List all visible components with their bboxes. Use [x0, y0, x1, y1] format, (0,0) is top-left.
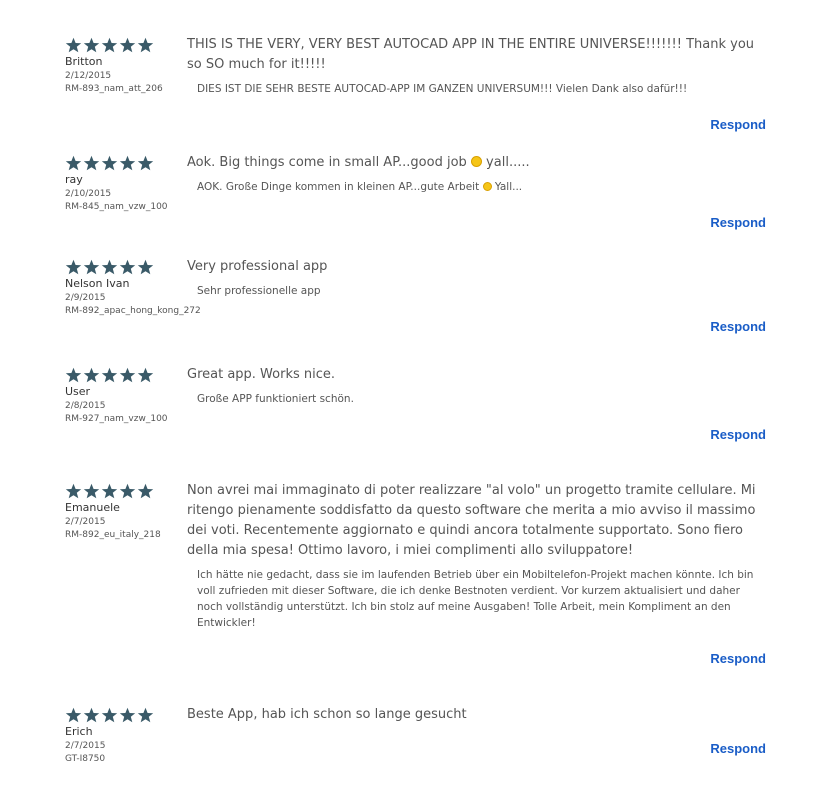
review-text: Non avrei mai immaginato di poter realiz… — [187, 483, 756, 558]
review-content: Non avrei mai immaginato di poter realiz… — [187, 483, 772, 631]
star-icon — [119, 37, 136, 54]
star-icon — [83, 259, 100, 276]
review-content: Aok. Big things come in small AP...good … — [187, 155, 772, 195]
star-icon — [137, 367, 154, 384]
star-icon — [83, 367, 100, 384]
star-icon — [65, 483, 82, 500]
star-icon — [65, 155, 82, 172]
star-icon — [65, 707, 82, 724]
star-icon — [101, 155, 118, 172]
review-translation: AOK. Große Dinge kommen in kleinen AP...… — [197, 179, 772, 195]
star-icon — [119, 367, 136, 384]
review-author: Erich — [65, 725, 93, 738]
star-icon — [137, 37, 154, 54]
star-icon — [137, 259, 154, 276]
review-translation: Große APP funktioniert schön. — [197, 393, 354, 405]
star-icon — [119, 259, 136, 276]
star-icon — [119, 707, 136, 724]
review-device: GT-I8750 — [65, 754, 106, 764]
review-translation: Ich hätte nie gedacht, dass sie im laufe… — [197, 569, 754, 629]
review-text-part: Aok. Big things come in small AP...good … — [187, 155, 467, 170]
star-icon — [119, 483, 136, 500]
star-icon — [65, 367, 82, 384]
respond-button[interactable]: Respond — [710, 427, 766, 442]
review-translation: DIES IST DIE SEHR BESTE AUTOCAD-APP IM G… — [197, 83, 688, 95]
star-icon — [101, 367, 118, 384]
star-icon — [83, 483, 100, 500]
star-icon — [83, 707, 100, 724]
review-text: Beste App, hab ich schon so lange gesuch… — [187, 707, 467, 722]
respond-button[interactable]: Respond — [710, 117, 766, 132]
star-icon — [65, 37, 82, 54]
respond-button[interactable]: Respond — [710, 741, 766, 756]
review-device: RM-927_nam_vzw_100 — [65, 414, 168, 424]
review-text: Aok. Big things come in small AP...good … — [187, 153, 772, 173]
review-content: Beste App, hab ich schon so lange gesuch… — [187, 707, 772, 725]
review-translation-part: AOK. Große Dinge kommen in kleinen AP...… — [197, 181, 480, 193]
smiley-icon — [482, 182, 492, 191]
star-icon — [101, 259, 118, 276]
star-icon — [137, 483, 154, 500]
star-icon — [101, 37, 118, 54]
star-icon — [83, 155, 100, 172]
review-text: Very professional app — [187, 259, 328, 274]
star-icon — [101, 707, 118, 724]
star-icon — [83, 37, 100, 54]
star-icon — [119, 155, 136, 172]
respond-button[interactable]: Respond — [710, 319, 766, 334]
review-date: 2/7/2015 — [65, 741, 106, 751]
review-device: RM-845_nam_vzw_100 — [65, 202, 168, 212]
review-content: Very professional app Sehr professionell… — [187, 259, 772, 299]
review-text-part: yall..... — [481, 155, 530, 170]
review-content: Great app. Works nice. Große APP funktio… — [187, 367, 772, 407]
review-text: THIS IS THE VERY, VERY BEST AUTOCAD APP … — [187, 37, 755, 72]
star-icon — [137, 707, 154, 724]
review-translation-part: Yall... — [491, 181, 523, 193]
review-content: THIS IS THE VERY, VERY BEST AUTOCAD APP … — [187, 37, 772, 97]
respond-button[interactable]: Respond — [710, 651, 766, 666]
star-icon — [137, 155, 154, 172]
star-icon — [65, 259, 82, 276]
respond-button[interactable]: Respond — [710, 215, 766, 230]
review-device: RM-892_apac_hong_kong_272 — [65, 306, 201, 316]
review-translation: Sehr professionelle app — [197, 285, 321, 297]
review-text: Great app. Works nice. — [187, 367, 336, 382]
star-icon — [101, 483, 118, 500]
smiley-icon — [470, 156, 482, 167]
